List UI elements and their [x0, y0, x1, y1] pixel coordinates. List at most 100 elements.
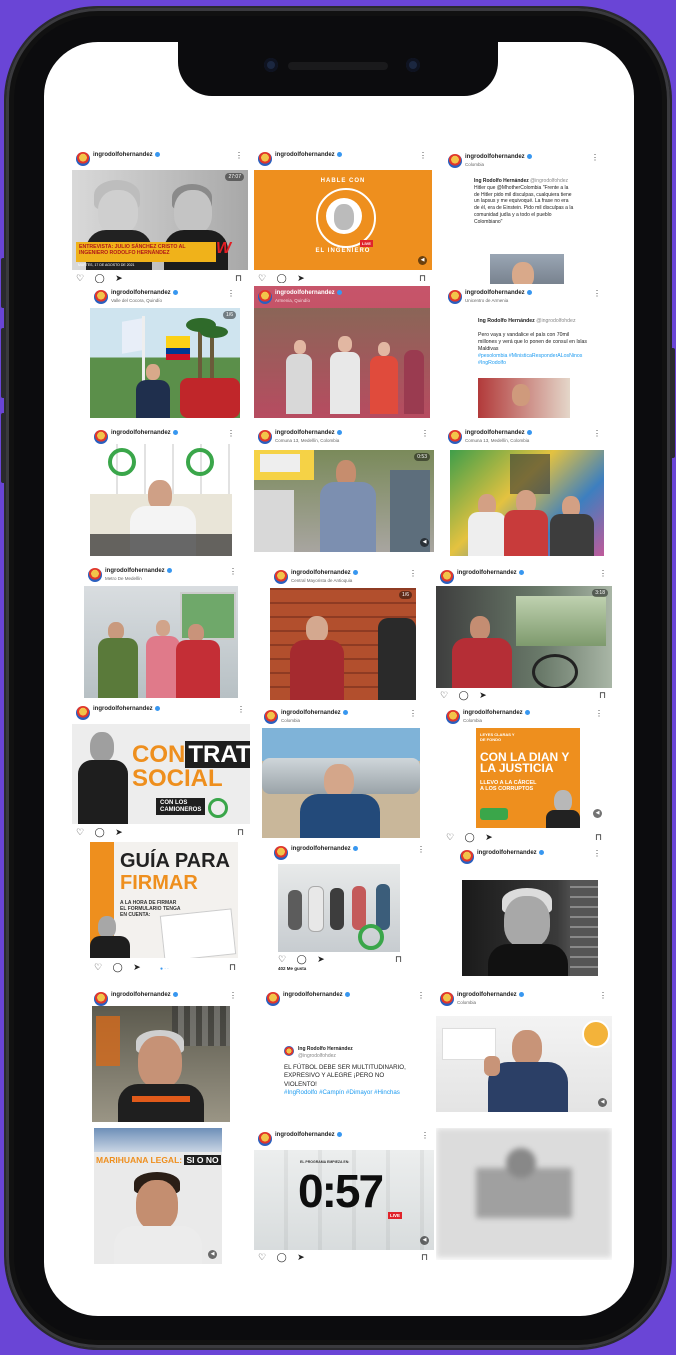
avatar[interactable]	[448, 430, 462, 444]
post-card[interactable]: MARIHUANA LEGAL: SI O NO ◀	[94, 1128, 226, 1266]
more-options-icon[interactable]: ⋮	[593, 849, 601, 858]
post-image[interactable]: HABLE CON EL INGENIERO LIVE ◀	[254, 170, 432, 270]
post-card[interactable]: ingrodolfohernandez ⋮ Ing Rodolfo Hernán…	[262, 988, 430, 1124]
avatar[interactable]	[258, 152, 272, 166]
post-card[interactable]: ingrodolfohernandez Valle del Cocora, Qu…	[90, 286, 240, 420]
post-image[interactable]: ◀	[436, 1016, 612, 1112]
post-card[interactable]: ingrodolfohernandez Colombia ⋮	[260, 706, 422, 838]
avatar[interactable]	[274, 846, 288, 860]
bookmark-icon[interactable]: ⊓	[395, 954, 402, 965]
avatar[interactable]	[448, 154, 462, 168]
username[interactable]: ingrodolfohernandez	[275, 1132, 342, 1138]
post-card[interactable]: ingrodolfohernandez ⋮ CONTRATO SOCIAL CO…	[72, 702, 250, 842]
action-icons[interactable]: ♡ ◯ ➤	[76, 273, 127, 283]
more-options-icon[interactable]: ⋮	[227, 429, 235, 438]
avatar[interactable]	[448, 290, 462, 304]
tweet-card[interactable]: Ing Rodolfo Hernández @ingrodolfohdez Hi…	[474, 174, 580, 284]
bookmark-icon[interactable]: ⊓	[237, 827, 244, 838]
mute-icon[interactable]: ◀	[420, 538, 429, 547]
mute-icon[interactable]: ◀	[593, 809, 602, 818]
bookmark-icon[interactable]: ⊓	[595, 832, 602, 843]
location-label[interactable]: Metro De Medellín	[105, 576, 142, 581]
post-image[interactable]	[450, 450, 604, 556]
more-options-icon[interactable]: ⋮	[593, 289, 601, 298]
avatar[interactable]	[264, 710, 278, 724]
avatar[interactable]	[94, 992, 108, 1006]
avatar[interactable]	[440, 992, 454, 1006]
avatar[interactable]	[76, 152, 90, 166]
post-card[interactable]: ingrodolfohernandez ⋮	[90, 988, 242, 1124]
post-card[interactable]: ingrodolfohernandez ⋮	[456, 846, 606, 978]
location-label[interactable]: Colombia	[281, 718, 300, 723]
post-card[interactable]: GUÍA PARA FIRMAR A LA HORA DE FIRMAR EL F…	[90, 842, 242, 978]
avatar[interactable]	[94, 290, 108, 304]
action-icons[interactable]: ♡ ◯ ➤	[446, 832, 497, 843]
post-card[interactable]: ingrodolfohernandez ⋮ HABLE CON EL INGEN…	[254, 148, 432, 283]
post-card[interactable]: ingrodolfohernandez Comuna 13, Medellín,…	[254, 426, 434, 556]
location-label[interactable]: Comuna 13, Medellín, Colombia	[465, 438, 529, 443]
username[interactable]: ingrodolfohernandez	[465, 154, 532, 160]
action-icons[interactable]: ♡ ◯ ➤	[258, 273, 309, 283]
post-card[interactable]: ingrodolfohernandez Unicentro de Armenia…	[444, 286, 606, 420]
tweet-card[interactable]: Ing Rodolfo Hernández @ingrodolfohdez Pe…	[478, 316, 590, 420]
post-card-blurred[interactable]	[436, 1128, 612, 1260]
mute-icon[interactable]: ◀	[598, 1098, 607, 1107]
post-image[interactable]	[462, 880, 598, 976]
post-card[interactable]: ingrodolfohernandez ⋮ EL PROGRAMA EMPIEZ…	[254, 1128, 434, 1266]
username[interactable]: ingrodolfohernandez	[465, 430, 532, 436]
post-card[interactable]: ingrodolfohernandez Comuna 13, Medellín,…	[444, 426, 606, 556]
mute-icon[interactable]: ◀	[418, 256, 427, 265]
username[interactable]: ingrodolfohernandez	[291, 846, 358, 852]
action-icons[interactable]: ♡ ◯ ➤	[76, 827, 127, 838]
more-options-icon[interactable]: ⋮	[591, 153, 599, 162]
post-card[interactable]: ingrodolfohernandez Metro De Medellín ⋮	[84, 564, 242, 702]
avatar[interactable]	[258, 430, 272, 444]
avatar[interactable]	[88, 568, 102, 582]
action-icons[interactable]: ♡ ◯ ➤	[258, 1252, 309, 1263]
post-card[interactable]: ingrodolfohernandez Central Mayorista de…	[270, 566, 422, 704]
post-image[interactable]	[90, 444, 232, 556]
more-options-icon[interactable]: ⋮	[419, 151, 427, 160]
post-card[interactable]: ingrodolfohernandez ⋮	[90, 426, 240, 556]
username[interactable]: ingrodolfohernandez	[291, 570, 358, 576]
tweet-card[interactable]: Ing Rodolfo Hernández @ingrodolfohdez EL …	[284, 1046, 416, 1122]
post-image[interactable]: EL PROGRAMA EMPIEZA EN: 0:57 LIVE ◀	[254, 1150, 434, 1250]
post-image[interactable]: ingrodolfohernandez Armenia, Quindío	[254, 286, 430, 418]
username[interactable]: ingrodolfohernandez	[477, 850, 544, 856]
post-image[interactable]	[278, 864, 400, 952]
post-image[interactable]: GUÍA PARA FIRMAR A LA HORA DE FIRMAR EL F…	[90, 842, 238, 958]
username[interactable]: ingrodolfohernandez	[111, 992, 178, 998]
post-card[interactable]: ingrodolfohernandez Armenia, Quindío	[254, 286, 430, 420]
username[interactable]: ingrodolfohernandez	[111, 430, 178, 436]
location-label[interactable]: Comuna 13, Medellín, Colombia	[275, 438, 339, 443]
post-card[interactable]: ingrodolfohernandez ⋮ 3:18 ♡ ◯ ➤ ⊓	[436, 566, 612, 704]
post-card[interactable]: ingrodolfohernandez Colombia ⋮ ◀	[436, 988, 612, 1122]
action-icons[interactable]: ♡ ◯ ➤	[94, 962, 145, 973]
bookmark-icon[interactable]: ⊓	[421, 1252, 428, 1263]
post-image[interactable]: LEYES CLARAS Y DE FONDO CON LA DIAN Y LA …	[476, 728, 580, 828]
avatar[interactable]	[274, 570, 288, 584]
avatar[interactable]	[258, 1132, 272, 1146]
more-options-icon[interactable]: ⋮	[599, 569, 607, 578]
more-options-icon[interactable]: ⋮	[409, 569, 417, 578]
post-image[interactable]: CONTRATO SOCIAL CON LOSCAMIONEROS	[72, 724, 250, 824]
more-options-icon[interactable]: ⋮	[229, 567, 237, 576]
bookmark-icon[interactable]: ⊓	[419, 273, 426, 283]
more-options-icon[interactable]: ⋮	[227, 289, 235, 298]
more-options-icon[interactable]: ⋮	[421, 1131, 429, 1140]
username[interactable]: ingrodolfohernandez	[93, 152, 160, 158]
location-label[interactable]: Colombia	[457, 1000, 476, 1005]
username[interactable]: ingrodolfohernandez	[457, 570, 524, 576]
avatar[interactable]	[266, 992, 280, 1006]
more-options-icon[interactable]: ⋮	[235, 151, 243, 160]
avatar[interactable]	[258, 290, 272, 304]
avatar[interactable]	[440, 570, 454, 584]
post-image[interactable]: 3:18	[436, 586, 612, 688]
likes-count[interactable]: 402 Me gusta	[278, 966, 306, 971]
bookmark-icon[interactable]: ⊓	[235, 273, 242, 283]
more-options-icon[interactable]: ⋮	[599, 991, 607, 1000]
post-image[interactable]: 1/6	[270, 588, 416, 700]
location-label[interactable]: Valle del Cocora, Quindío	[111, 298, 162, 303]
action-icons[interactable]: ♡ ◯ ➤	[278, 954, 329, 965]
username[interactable]: ingrodolfohernandez	[111, 290, 178, 296]
